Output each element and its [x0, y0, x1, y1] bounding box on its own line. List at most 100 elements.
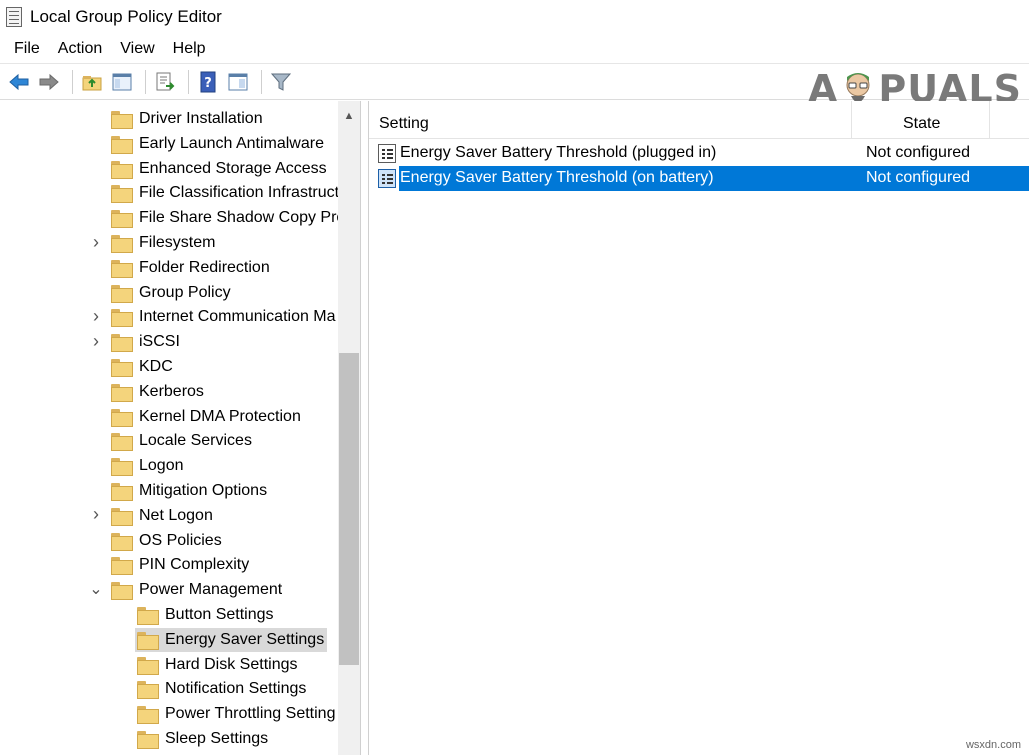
policy-name: Energy Saver Battery Threshold (on batte…: [400, 169, 714, 186]
toolbar-separator: [261, 69, 262, 94]
window-title: Local Group Policy Editor: [30, 7, 222, 26]
title-bar: Local Group Policy Editor: [0, 0, 1029, 34]
tree-item-label: Notification Settings: [165, 680, 307, 698]
help-icon[interactable]: ?: [195, 69, 221, 95]
tree-item-label: Internet Communication Ma: [139, 308, 336, 326]
tree-item[interactable]: › Filesystem: [93, 231, 216, 255]
list-header: Setting State: [369, 101, 1029, 139]
scroll-up-arrow-icon[interactable]: ▲: [338, 107, 360, 125]
tree-item[interactable]: Kerberos: [111, 380, 204, 404]
tree-item[interactable]: Group Policy: [111, 281, 231, 305]
menu-view[interactable]: View: [111, 40, 163, 58]
tree-item-label: Group Policy: [139, 283, 231, 301]
scroll-thumb[interactable]: [339, 353, 359, 665]
tree-item[interactable]: Driver Installation: [111, 107, 263, 131]
tree-item[interactable]: Hard Disk Settings: [137, 653, 298, 677]
policy-state: Not configured: [866, 169, 971, 186]
folder-icon: [111, 135, 133, 154]
tree-item[interactable]: Power Throttling Setting: [137, 702, 335, 726]
tree-item-label: Filesystem: [139, 234, 216, 251]
tree-item[interactable]: Logon: [111, 454, 184, 478]
tree-item-label: Driver Installation: [139, 110, 263, 127]
folder-icon: [111, 383, 133, 402]
tree-item-label: Early Launch Antimalware: [139, 134, 324, 152]
tree-item-label: Mitigation Options: [139, 482, 268, 499]
menu-file[interactable]: File: [0, 40, 49, 58]
list-row-selected[interactable]: Energy Saver Battery Threshold (on batte…: [369, 166, 1029, 191]
list-row[interactable]: Energy Saver Battery Threshold (plugged …: [369, 141, 1029, 166]
tree-item[interactable]: ⌄ Power Management: [89, 578, 283, 602]
console-tree: Driver Installation Early Launch Antimalw…: [0, 101, 361, 755]
tree-item[interactable]: Kernel DMA Protection: [111, 405, 301, 429]
tree-item-label: Enhanced Storage Access: [139, 159, 327, 177]
show-hide-console-tree-icon[interactable]: [109, 69, 135, 95]
svg-text:?: ?: [204, 76, 212, 91]
tree-item-label: KDC: [139, 358, 173, 375]
chevron-right-icon[interactable]: ›: [91, 504, 101, 524]
tree-item[interactable]: File Classification Infrastruct: [111, 181, 338, 205]
menu-action[interactable]: Action: [49, 40, 111, 58]
folder-icon: [111, 160, 133, 179]
tree-item[interactable]: Enhanced Storage Access: [111, 157, 327, 181]
tree-item-selected[interactable]: Energy Saver Settings: [135, 627, 327, 652]
tree-item[interactable]: › Internet Communication Ma: [93, 305, 336, 329]
tree-item[interactable]: File Share Shadow Copy Pro: [111, 206, 338, 230]
tree-item-label: Folder Redirection: [139, 258, 270, 276]
tree-item-label: Power Throttling Setting: [165, 705, 336, 723]
menu-help[interactable]: Help: [164, 40, 215, 58]
tree-item-label: File Classification Infrastruct: [139, 184, 338, 202]
tree-item-label: Kernel DMA Protection: [139, 407, 301, 425]
folder-icon: [111, 185, 133, 204]
back-icon[interactable]: [6, 69, 32, 95]
tree-item[interactable]: Notification Settings: [137, 677, 306, 701]
tree-item[interactable]: › Net Logon: [93, 504, 213, 528]
folder-icon: [111, 284, 133, 303]
toolbar-separator: [145, 69, 146, 94]
tree-item[interactable]: KDC: [111, 355, 173, 379]
forward-icon[interactable]: [36, 69, 62, 95]
tree-item[interactable]: Locale Services: [111, 429, 252, 453]
tree-item-label: Net Logon: [139, 506, 213, 524]
column-header-setting[interactable]: Setting: [379, 115, 429, 133]
chevron-right-icon[interactable]: ›: [91, 306, 101, 326]
folder-icon: [137, 681, 159, 700]
folder-icon: [111, 433, 133, 452]
tree-item-label: Power Management: [139, 581, 283, 599]
tree-item[interactable]: Mitigation Options: [111, 479, 267, 503]
tree-item-label: iSCSI: [139, 333, 180, 351]
tree-item-label: Sleep Settings: [165, 730, 269, 747]
chevron-right-icon[interactable]: ›: [91, 331, 101, 351]
folder-icon: [137, 731, 159, 749]
toolbar-separator: [72, 69, 73, 94]
folder-icon: [111, 507, 133, 526]
column-header-state[interactable]: State: [903, 115, 940, 133]
tree-item[interactable]: PIN Complexity: [111, 553, 249, 577]
tree-item-label: Kerberos: [139, 382, 204, 400]
folder-icon: [111, 210, 133, 229]
tree-scrollbar[interactable]: ▲: [338, 101, 360, 755]
folder-icon: [111, 111, 133, 129]
tree-item-label: Energy Saver Settings: [165, 630, 325, 648]
up-folder-icon[interactable]: [79, 69, 105, 95]
folder-icon: [137, 706, 159, 725]
column-divider[interactable]: [851, 101, 852, 139]
column-divider[interactable]: [989, 101, 990, 139]
tree-item[interactable]: Folder Redirection: [111, 256, 270, 280]
tree-item-label: File Share Shadow Copy Pro: [139, 209, 338, 227]
folder-icon: [111, 309, 133, 328]
chevron-right-icon[interactable]: ›: [91, 232, 101, 252]
policy-name: Energy Saver Battery Threshold (plugged …: [400, 144, 717, 161]
tree-item[interactable]: Early Launch Antimalware: [111, 132, 324, 156]
policy-editor-app-icon: [6, 7, 22, 27]
folder-icon: [111, 259, 133, 278]
folder-icon: [111, 408, 133, 427]
export-list-icon[interactable]: [152, 69, 178, 95]
tree-item[interactable]: › iSCSI: [93, 330, 180, 354]
chevron-down-icon[interactable]: ⌄: [89, 581, 102, 598]
tree-item[interactable]: Button Settings: [137, 603, 274, 627]
tree-item[interactable]: OS Policies: [111, 529, 222, 553]
filter-icon[interactable]: [268, 69, 294, 95]
tree-item[interactable]: Sleep Settings: [137, 727, 268, 751]
properties-icon[interactable]: [225, 69, 251, 95]
folder-icon: [111, 235, 133, 253]
